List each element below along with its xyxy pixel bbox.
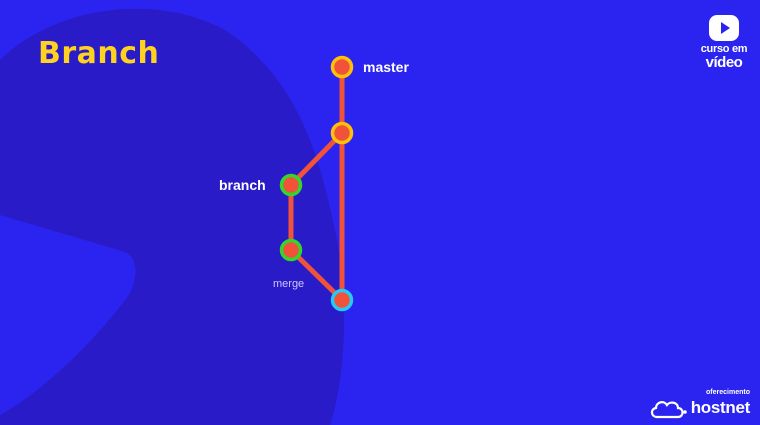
sponsor-block: oferecimento hostnet bbox=[649, 389, 750, 419]
cloud-icon bbox=[650, 401, 687, 419]
label-merge: merge bbox=[273, 278, 305, 290]
commit-node-merge bbox=[330, 288, 354, 312]
sponsor-label: oferecimento bbox=[706, 389, 750, 396]
label-master: master bbox=[363, 59, 409, 75]
commit-node-b1 bbox=[279, 173, 303, 197]
commit-node-b2 bbox=[279, 238, 303, 262]
sponsor-name: hostnet bbox=[690, 398, 751, 417]
commit-node-m2 bbox=[330, 121, 354, 145]
curso-em-video-logo: curso em vídeo bbox=[696, 14, 752, 70]
logo-line-2: vídeo bbox=[705, 54, 743, 71]
commit-node-m1 bbox=[330, 55, 354, 79]
label-branch: branch bbox=[219, 177, 266, 193]
play-icon bbox=[709, 15, 739, 41]
